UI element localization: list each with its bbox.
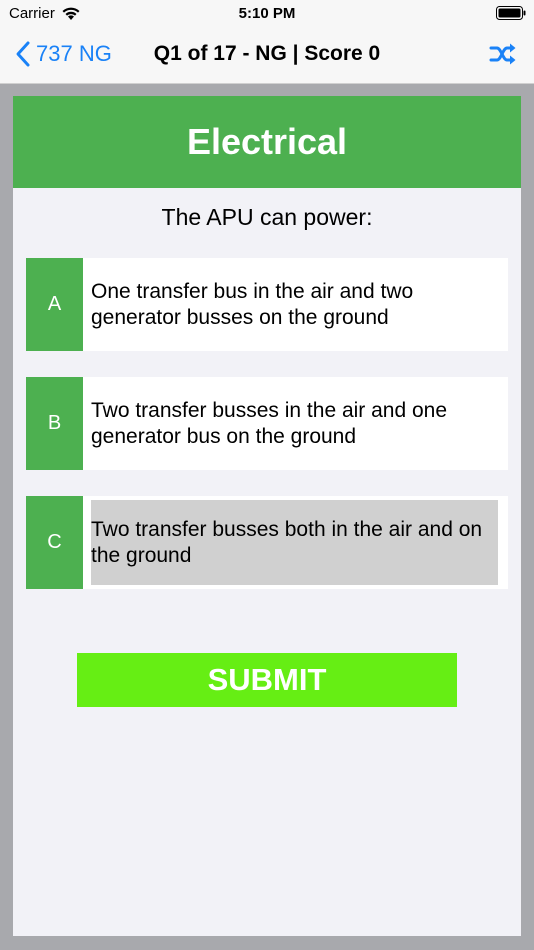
back-label: 737 NG	[36, 41, 112, 66]
submit-button[interactable]: SUBMIT	[77, 653, 457, 707]
status-time: 5:10 PM	[238, 5, 296, 22]
option-letter: B	[26, 377, 83, 470]
back-button[interactable]: 737 NG	[14, 38, 112, 70]
answer-option-a[interactable]: A One transfer bus in the air and two ge…	[26, 258, 508, 351]
option-letter: C	[26, 496, 83, 589]
chevron-left-icon	[16, 41, 30, 67]
option-letter: A	[26, 258, 83, 351]
main-area: Electrical The APU can power: A One tran…	[0, 84, 534, 950]
shuffle-icon[interactable]	[488, 40, 518, 68]
status-bar: Carrier 5:10 PM	[0, 0, 534, 28]
battery-icon	[496, 6, 526, 20]
question-text: The APU can power:	[161, 204, 373, 230]
option-text: One transfer bus in the air and two gene…	[91, 279, 414, 329]
navigation-bar: 737 NG Q1 of 17 - NG | Score 0	[0, 28, 534, 84]
answer-option-c[interactable]: C Two transfer busses both in the air an…	[26, 496, 508, 589]
category-title: Electrical	[13, 96, 521, 188]
question-card: Electrical The APU can power: A One tran…	[13, 96, 521, 936]
option-text: Two transfer busses in the air and one g…	[91, 398, 448, 448]
option-text: Two transfer busses both in the air and …	[91, 500, 498, 585]
answer-option-b[interactable]: B Two transfer busses in the air and one…	[26, 377, 508, 470]
